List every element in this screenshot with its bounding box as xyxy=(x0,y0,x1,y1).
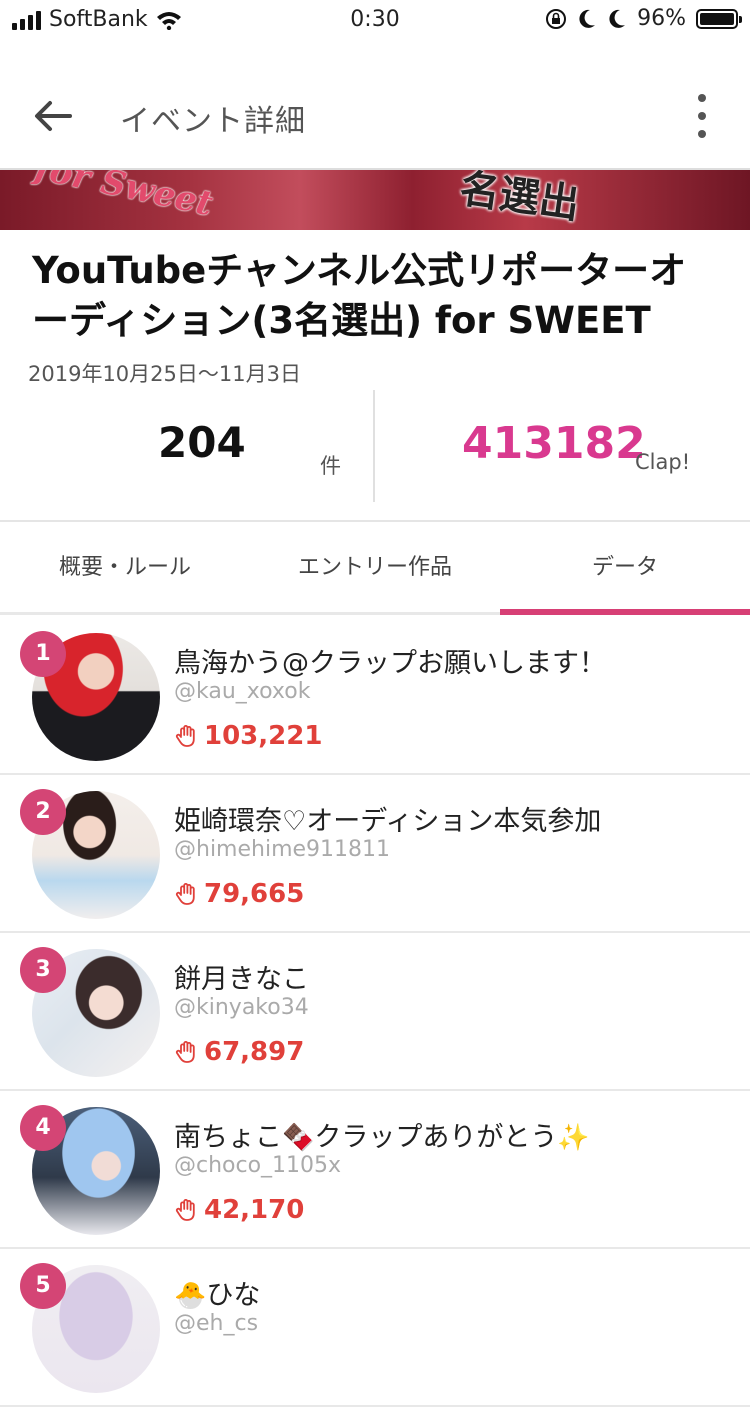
battery-percent: 96% xyxy=(637,6,686,31)
chocolate-emoji-icon: 🍫 xyxy=(282,1123,315,1153)
ranking-row[interactable]: 1 鳥海かう@クラップお願いします！ @kau_xoxok 103,221 xyxy=(0,617,750,775)
clap-count: 79,665 xyxy=(174,879,304,909)
entrant-name: 🐣ひな xyxy=(174,1273,260,1312)
moon-icon-2 xyxy=(609,9,626,28)
rank-badge: 4 xyxy=(20,1105,66,1151)
entrant-handle: @kinyako34 xyxy=(174,995,309,1020)
event-banner-image: for Sweet 名選出 xyxy=(0,170,750,230)
moon-icon xyxy=(579,9,596,28)
entrant-name: 餅月きなこ xyxy=(174,964,309,995)
event-title: YouTubeチャンネル公式リポーターオーディション(3名選出) for SWE… xyxy=(32,249,687,342)
ranking-row[interactable]: 2 姫崎環奈♡オーディション本気参加 @himehime911811 79,66… xyxy=(0,775,750,933)
event-date: 2019年10月25日〜11月3日 xyxy=(28,362,301,386)
entry-count: 204 xyxy=(158,418,246,467)
tab-bar: 概要・ルール エントリー作品 データ xyxy=(0,522,750,615)
clap-value: 79,665 xyxy=(204,879,305,909)
more-menu-icon[interactable] xyxy=(692,94,712,138)
entrant-name-text: 南ちょこ xyxy=(174,1122,282,1153)
app-bar: イベント詳細 xyxy=(0,60,750,170)
entrant-name-suffix: クラップありがとう xyxy=(314,1122,558,1153)
clap-total: 413182 xyxy=(462,418,646,469)
tab-data[interactable]: データ xyxy=(500,522,750,615)
entrant-handle: @kau_xoxok xyxy=(174,679,311,704)
entrant-name: 南ちょこ🍫クラップありがとう✨ xyxy=(174,1115,590,1154)
sparkles-emoji-icon: ✨ xyxy=(557,1123,590,1153)
event-stats: 204 件 413182 Clap! xyxy=(0,388,750,522)
clap-count: 42,170 xyxy=(174,1195,304,1225)
back-arrow-icon[interactable] xyxy=(30,94,74,138)
tab-entries[interactable]: エントリー作品 xyxy=(250,522,500,614)
ranking-row[interactable]: 3 餅月きなこ @kinyako34 67,897 xyxy=(0,933,750,1091)
status-bar: SoftBank 0:30 96% xyxy=(0,0,750,40)
chick-emoji-icon: 🐣 xyxy=(174,1281,207,1311)
clap-total-unit: Clap! xyxy=(635,450,691,474)
entrant-handle: @himehime911811 xyxy=(174,837,391,862)
entrant-name: 姫崎環奈♡オーディション本気参加 xyxy=(174,806,602,837)
rank-badge: 5 xyxy=(20,1263,66,1309)
ranking-row[interactable]: 5 🐣ひな @eh_cs xyxy=(0,1249,750,1407)
entrant-name: 鳥海かう@クラップお願いします！ xyxy=(174,648,606,679)
banner-script-text: for Sweet xyxy=(31,170,217,225)
clap-hand-icon xyxy=(175,883,195,905)
entry-count-unit: 件 xyxy=(320,454,341,478)
rank-badge: 1 xyxy=(20,631,66,677)
rank-badge: 2 xyxy=(20,789,66,835)
entrant-name-text: ひな xyxy=(206,1280,261,1311)
rank-badge: 3 xyxy=(20,947,66,993)
clap-value: 42,170 xyxy=(204,1195,305,1225)
rotation-lock-icon xyxy=(546,8,567,29)
clap-hand-icon xyxy=(175,725,195,747)
banner-headline: 名選出 xyxy=(456,170,583,229)
clap-hand-icon xyxy=(175,1041,195,1063)
page-title: イベント詳細 xyxy=(120,104,306,139)
entrant-handle: @choco_1105x xyxy=(174,1153,342,1178)
ranking-list: 1 鳥海かう@クラップお願いします！ @kau_xoxok 103,221 2 … xyxy=(0,617,750,1407)
clap-count: 67,897 xyxy=(174,1037,304,1067)
tab-overview-rules[interactable]: 概要・ルール xyxy=(0,522,250,614)
clap-value: 67,897 xyxy=(204,1037,305,1067)
clap-count: 103,221 xyxy=(174,721,322,751)
clap-hand-icon xyxy=(175,1199,195,1221)
clap-value: 103,221 xyxy=(204,721,323,751)
stats-divider xyxy=(373,390,375,502)
entrant-handle: @eh_cs xyxy=(174,1311,259,1336)
battery-icon xyxy=(696,8,742,29)
ranking-row[interactable]: 4 南ちょこ🍫クラップありがとう✨ @choco_1105x 42,170 xyxy=(0,1091,750,1249)
status-right: 96% xyxy=(545,6,742,31)
